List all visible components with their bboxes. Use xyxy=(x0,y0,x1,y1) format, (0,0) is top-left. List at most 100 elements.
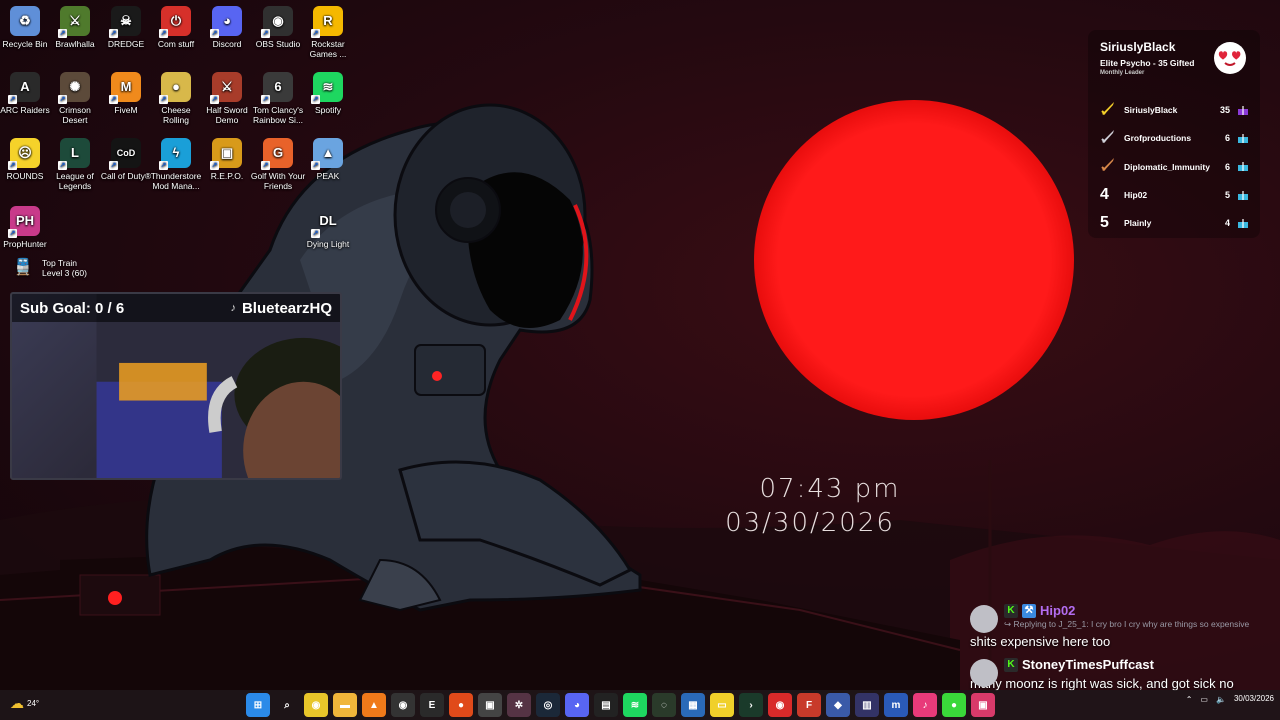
peak-icon: ▲ ↗ xyxy=(311,138,343,170)
shortcut-arrow-icon: ↗ xyxy=(210,161,219,170)
desktop-icon-golf[interactable]: G ↗ Golf With Your Friends xyxy=(250,138,306,191)
windows-start-icon[interactable]: ⊞ xyxy=(246,693,270,717)
shortcut-arrow-icon: ↗ xyxy=(58,29,67,38)
shortcut-arrow-icon: ↗ xyxy=(159,95,168,104)
dredge-icon: ☠ ↗ xyxy=(109,6,141,38)
shortcut-arrow-icon: ↗ xyxy=(311,29,320,38)
desktop-icon-thunderstore[interactable]: ϟ ↗ Thunderstore Mod Mana... xyxy=(148,138,204,191)
desktop-icon-label: DREDGE xyxy=(107,39,145,49)
bronze-sword-icon xyxy=(1100,156,1124,177)
brave-icon[interactable]: ● xyxy=(449,693,473,717)
desktop-icon-cheese-rolling[interactable]: ● ↗ Cheese Rolling xyxy=(148,72,204,125)
thunderstore-icon: ϟ ↗ xyxy=(159,138,191,170)
chat-avatar xyxy=(970,659,998,687)
arc-raiders-icon: A ↗ xyxy=(8,72,40,104)
volume-icon[interactable]: 🔈 xyxy=(1216,695,1226,704)
desktop-icon-rainbow-six[interactable]: 6 ↗ Tom Clancy's Rainbow Si... xyxy=(250,72,306,125)
desktop-icon-label: R.E.P.O. xyxy=(210,171,244,181)
discord-icon[interactable]: ◕ xyxy=(565,693,589,717)
desktop-icon-rockstar[interactable]: R ↗ Rockstar Games ... xyxy=(300,6,356,59)
desktop-icon-dying-light[interactable]: DL ↗ Dying Light xyxy=(300,206,356,249)
search-icon[interactable]: ⌕ xyxy=(275,693,299,717)
desktop-icon-label: Discord xyxy=(212,39,242,49)
desktop-icon-repo[interactable]: ▣ ↗ R.E.P.O. xyxy=(199,138,255,181)
spotify-icon: ≋ ↗ xyxy=(311,72,343,104)
shortcut-arrow-icon: ↗ xyxy=(311,229,320,238)
desktop-icon-rounds[interactable]: ☹ ↗ ROUNDS xyxy=(0,138,53,181)
desktop-icon-call-of-duty[interactable]: CoD ↗ Call of Duty® xyxy=(98,138,154,181)
desktop-clock-widget: 07:43 pm 03/30/2026 xyxy=(700,474,920,538)
silver-sword-icon xyxy=(1100,128,1124,149)
network-icon[interactable]: ▭ xyxy=(1200,695,1208,704)
desktop-icon-fivem[interactable]: M ↗ FiveM xyxy=(98,72,154,115)
chat-reply-context: ↪ Replying to J_25_1: I cry bro I cry wh… xyxy=(1004,619,1250,629)
desktop-icon-spotify[interactable]: ≋ ↗ Spotify xyxy=(300,72,356,115)
desktop-icon-obs-studio[interactable]: ◉ ↗ OBS Studio xyxy=(250,6,306,49)
app-icon[interactable]: ▣ xyxy=(478,693,502,717)
gear-app-icon[interactable]: ✲ xyxy=(507,693,531,717)
gift-icon xyxy=(1238,190,1248,200)
shortcut-arrow-icon: ↗ xyxy=(261,95,270,104)
app6-icon[interactable]: F xyxy=(797,693,821,717)
desktop-icon-com-stuff[interactable]: ⏻ ↗ Com stuff xyxy=(148,6,204,49)
moderator-badge-icon: ⚒ xyxy=(1022,603,1036,618)
app3-icon[interactable]: ◌ xyxy=(652,693,676,717)
steam-icon[interactable]: ◎ xyxy=(536,693,560,717)
brawlhalla-icon: ⚔ ↗ xyxy=(58,6,90,38)
gift-icon xyxy=(1238,162,1248,172)
leaderboard-count: 35 xyxy=(1219,105,1230,116)
shortcut-arrow-icon: ↗ xyxy=(210,29,219,38)
desktop-icon-recycle-bin[interactable]: ♻ Recycle Bin xyxy=(0,6,53,49)
obs-icon[interactable]: ◉ xyxy=(391,693,415,717)
shortcut-arrow-icon: ↗ xyxy=(210,95,219,104)
sub-goal-bar: Sub Goal: 0 / 6 ♪ BluetearzHQ xyxy=(12,294,340,322)
gift-leaderboard: SiriuslyBlack Elite Psycho - 35 Gifted M… xyxy=(1088,30,1260,238)
recycle-bin-icon: ♻ xyxy=(10,6,40,36)
desktop-icon-peak[interactable]: ▲ ↗ PEAK xyxy=(300,138,356,181)
desktop-icon-league[interactable]: L ↗ League of Legends xyxy=(47,138,103,191)
desktop-icon-prophunter[interactable]: PH ↗ PropHunter xyxy=(0,206,53,249)
desktop-icon-crimson-desert[interactable]: ✺ ↗ Crimson Desert xyxy=(47,72,103,125)
taskbar-clock[interactable]: 30/03/2026 xyxy=(1234,694,1274,704)
app7-icon[interactable]: ◆ xyxy=(826,693,850,717)
top-train-title: Top Train xyxy=(42,258,77,268)
app4-icon[interactable]: ▦ xyxy=(681,693,705,717)
app2-icon[interactable]: ▤ xyxy=(594,693,618,717)
spotify-icon[interactable]: ≋ xyxy=(623,693,647,717)
discord-icon: ◕ ↗ xyxy=(210,6,242,38)
shortcut-arrow-icon: ↗ xyxy=(311,95,320,104)
app10-icon[interactable]: ▣ xyxy=(971,693,995,717)
shortcut-arrow-icon: ↗ xyxy=(8,95,17,104)
call-of-duty-icon: CoD ↗ xyxy=(109,138,141,170)
leaderboard-count: 4 xyxy=(1224,218,1230,229)
app8-icon[interactable]: ▥ xyxy=(855,693,879,717)
com-stuff-icon: ⏻ ↗ xyxy=(159,6,191,38)
kick-badge-icon: K xyxy=(1004,603,1018,618)
weather-widget[interactable]: ☁ 24° xyxy=(10,695,39,712)
cheese-rolling-icon: ● ↗ xyxy=(159,72,191,104)
sub-goal-value: 0 / 6 xyxy=(95,299,125,317)
vlc-icon[interactable]: ▲ xyxy=(362,693,386,717)
desktop-icon-label: Golf With Your Friends xyxy=(250,171,306,191)
desktop-icon-arc-raiders[interactable]: A ↗ ARC Raiders xyxy=(0,72,53,115)
app9-icon[interactable]: ● xyxy=(942,693,966,717)
app5-icon[interactable]: ◉ xyxy=(768,693,792,717)
sticky-notes-icon[interactable]: ▭ xyxy=(710,693,734,717)
desktop-icon-label: Cheese Rolling xyxy=(161,105,191,125)
epic-games-icon[interactable]: E xyxy=(420,693,444,717)
terminal-icon[interactable]: › xyxy=(739,693,763,717)
desktop-icon-half-sword[interactable]: ⚔ ↗ Half Sword Demo xyxy=(199,72,255,125)
tiktok-icon[interactable]: ♪ xyxy=(913,693,937,717)
mobi-icon[interactable]: m xyxy=(884,693,908,717)
chevron-up-icon[interactable]: ⌃ xyxy=(1186,695,1193,704)
chrome-icon[interactable]: ◉ xyxy=(304,693,328,717)
file-explorer-icon[interactable]: ▬ xyxy=(333,693,357,717)
desktop-icon-label: Spotify xyxy=(315,105,341,115)
desktop-icon-discord[interactable]: ◕ ↗ Discord xyxy=(199,6,255,49)
leaderboard-rank: 4 xyxy=(1100,186,1109,204)
desktop-icon-brawlhalla[interactable]: ⚔ ↗ Brawlhalla xyxy=(47,6,103,49)
desktop-icon-dredge[interactable]: ☠ ↗ DREDGE xyxy=(98,6,154,49)
leaderboard-username: Plainly xyxy=(1124,218,1152,229)
desktop-icon-label: OBS Studio xyxy=(255,39,301,49)
heart-eyes-icon xyxy=(1218,51,1241,66)
